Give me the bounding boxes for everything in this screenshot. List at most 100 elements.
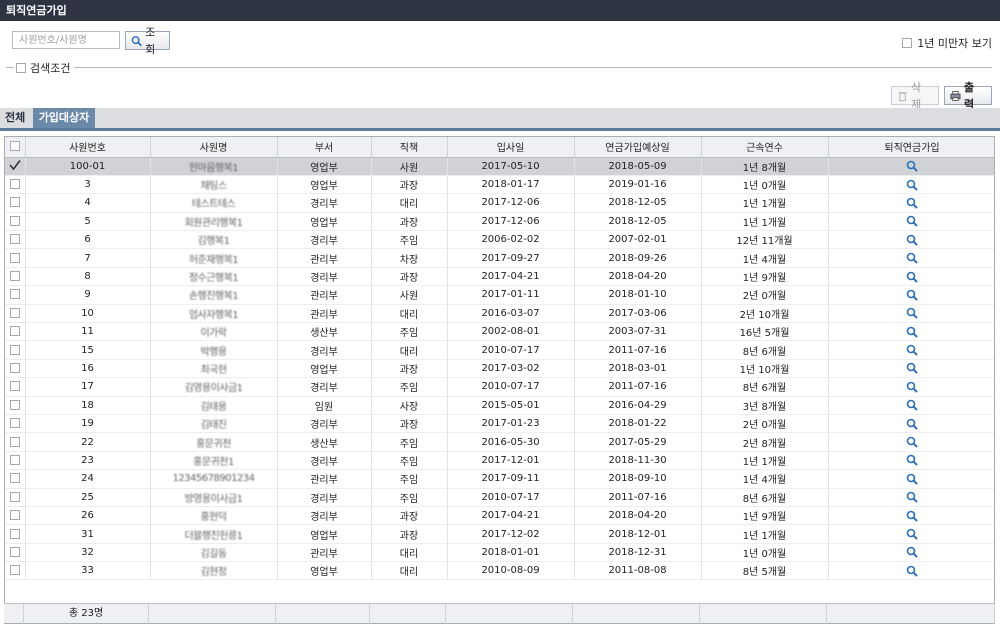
row-select-cell[interactable] (5, 451, 26, 471)
search-icon[interactable] (906, 289, 918, 301)
row-select-cell[interactable] (5, 506, 26, 526)
table-row[interactable]: 3 채팅스 영업부 과장 2018-01-17 2019-01-16 1년 0개월 (5, 175, 994, 195)
select-all-cell[interactable] (5, 137, 26, 158)
cell-pension-enroll[interactable] (828, 524, 994, 544)
search-icon[interactable] (906, 160, 918, 172)
row-checkbox[interactable] (9, 454, 20, 465)
table-row[interactable]: 100-01 한마음행복1 영업부 사원 2017-05-10 2018-05-09 1년 … (5, 157, 994, 176)
search-input[interactable] (12, 31, 120, 49)
table-row[interactable]: 6 김행복1 경리부 주임 2006-02-02 2007-02-01 12년 11개월 (5, 230, 994, 250)
table-row[interactable]: 15 박행용 경리부 대리 2010-07-17 2011-07-16 8년 6개월 (5, 340, 994, 360)
col-pension-date[interactable]: 연금가입예상일 (574, 137, 702, 158)
table-row[interactable]: 5 회원관리행복1 영업부 과장 2017-12-06 2018-12-05 1년 1개월 (5, 212, 994, 232)
table-row[interactable]: 4 테스트테스 경리부 대리 2017-12-06 2018-12-05 1년 1개월 (5, 193, 994, 213)
search-icon[interactable] (906, 215, 918, 228)
col-employee-name[interactable]: 사원명 (150, 137, 278, 158)
search-icon[interactable] (906, 510, 918, 522)
row-select-cell[interactable] (5, 432, 26, 452)
row-checkbox[interactable] (9, 289, 20, 300)
search-icon[interactable] (906, 399, 918, 411)
table-row[interactable]: 33 김현정 영업부 대리 2010-08-09 2011-08-08 8년 5개월 (5, 561, 994, 581)
row-checkbox[interactable] (9, 418, 20, 429)
cell-pension-enroll[interactable] (828, 230, 994, 250)
row-select-cell[interactable] (5, 285, 26, 305)
tab-all[interactable]: 전체 (0, 108, 30, 128)
row-checkbox[interactable] (9, 362, 20, 373)
cell-pension-enroll[interactable] (828, 175, 994, 195)
row-checkbox[interactable] (9, 399, 20, 410)
search-icon[interactable] (906, 252, 918, 264)
table-row[interactable]: 26 홍현덕 경리부 과장 2017-04-21 2018-04-20 1년 9개월 (5, 506, 994, 526)
print-button[interactable]: 출 력 (944, 81, 992, 111)
row-select-cell[interactable] (5, 469, 26, 489)
select-all-checkbox[interactable] (9, 141, 20, 152)
cell-pension-enroll[interactable] (828, 157, 994, 176)
search-icon[interactable] (906, 197, 918, 209)
search-icon[interactable] (906, 271, 918, 283)
col-pension-enroll[interactable]: 퇴직연금가입 (828, 137, 994, 158)
table-row[interactable]: 19 김태진 경리부 과장 2017-01-23 2018-01-22 2년 0개월 (5, 414, 994, 434)
cell-pension-enroll[interactable] (828, 285, 994, 305)
row-select-cell[interactable] (5, 212, 26, 232)
col-years-of-service[interactable]: 근속연수 (701, 137, 829, 158)
cell-pension-enroll[interactable] (828, 396, 994, 415)
cell-pension-enroll[interactable] (828, 248, 994, 268)
table-row[interactable]: 22 홍문귀천 생산부 주임 2016-05-30 2017-05-29 2년 8개월 (5, 432, 994, 452)
search-conditions-checkbox[interactable] (16, 63, 26, 73)
cell-pension-enroll[interactable] (828, 359, 994, 379)
search-icon[interactable] (906, 491, 918, 503)
col-hire-date[interactable]: 입사일 (447, 137, 575, 158)
row-checkbox[interactable] (9, 344, 20, 355)
row-select-cell[interactable] (5, 340, 26, 360)
row-checkbox[interactable] (9, 197, 20, 208)
search-icon[interactable] (906, 546, 918, 559)
search-button[interactable]: 조회 (125, 26, 170, 56)
row-checkbox[interactable] (9, 510, 20, 521)
col-position[interactable]: 직책 (371, 137, 448, 158)
table-row[interactable]: 16 최국현 영업부 과장 2017-03-02 2018-03-01 1년 10개월 (5, 359, 994, 379)
row-select-cell[interactable] (5, 322, 26, 342)
search-icon[interactable] (906, 179, 918, 191)
search-icon[interactable] (906, 528, 918, 540)
row-select-cell[interactable] (5, 157, 26, 176)
table-row[interactable]: 7 허준재행복1 관리부 차장 2017-09-27 2018-09-26 1년 4개월 (5, 248, 994, 268)
row-checkbox[interactable] (9, 473, 20, 484)
cell-pension-enroll[interactable] (828, 267, 994, 287)
row-checkbox[interactable] (9, 252, 20, 263)
row-select-cell[interactable] (5, 230, 26, 250)
table-row[interactable]: 31 더블행진헌릉1 영업부 과장 2017-12-02 2018-12-01 1년 1개월 (5, 524, 994, 544)
search-icon[interactable] (906, 326, 918, 338)
table-row[interactable]: 9 손행진행복1 관리부 사원 2017-01-11 2018-01-10 2년 0개월 (5, 285, 994, 305)
row-checkbox[interactable] (9, 234, 20, 245)
search-icon[interactable] (906, 418, 918, 430)
row-select-cell[interactable] (5, 359, 26, 379)
table-row[interactable]: 25 방영용이사금1 경리부 주임 2010-07-17 2011-07-16 8년 6개월 (5, 488, 994, 507)
table-row[interactable]: 18 김태용 임원 사장 2015-05-01 2016-04-29 3년 8개월 (5, 396, 994, 415)
table-row[interactable]: 24 12345678901234 관리부 주임 2017-09-11 2018-09-1… (5, 469, 994, 489)
row-checkbox[interactable] (9, 307, 20, 318)
row-select-cell[interactable] (5, 543, 26, 563)
row-checkbox[interactable] (9, 381, 20, 392)
row-checkbox[interactable] (9, 565, 20, 576)
cell-pension-enroll[interactable] (828, 561, 994, 581)
table-row[interactable]: 17 김영용이사금1 경리부 주임 2010-07-17 2011-07-16 8년 6개월 (5, 377, 994, 397)
cell-pension-enroll[interactable] (828, 377, 994, 397)
cell-pension-enroll[interactable] (828, 488, 994, 507)
cell-pension-enroll[interactable] (828, 451, 994, 471)
table-row[interactable]: 32 김길동 관리부 대리 2018-01-01 2018-12-31 1년 0개월 (5, 543, 994, 563)
table-row[interactable]: 8 정수근행복1 경리부 과장 2017-04-21 2018-04-20 1년 9개월 (5, 267, 994, 287)
row-select-cell[interactable] (5, 488, 26, 507)
search-icon[interactable] (906, 234, 918, 246)
cell-pension-enroll[interactable] (828, 322, 994, 342)
row-select-cell[interactable] (5, 248, 26, 268)
cell-pension-enroll[interactable] (828, 543, 994, 563)
search-icon[interactable] (906, 344, 918, 356)
cell-pension-enroll[interactable] (828, 506, 994, 526)
search-icon[interactable] (906, 362, 918, 375)
cell-pension-enroll[interactable] (828, 469, 994, 489)
table-row[interactable]: 23 홍문귀천1 경리부 주임 2017-12-01 2018-11-30 1년 1개월 (5, 451, 994, 471)
tab-enrollment-targets[interactable]: 가입대상자 (33, 108, 95, 128)
row-checkbox[interactable] (9, 436, 20, 447)
search-conditions-toggle[interactable]: 검색조건 (14, 60, 75, 76)
cell-pension-enroll[interactable] (828, 432, 994, 452)
